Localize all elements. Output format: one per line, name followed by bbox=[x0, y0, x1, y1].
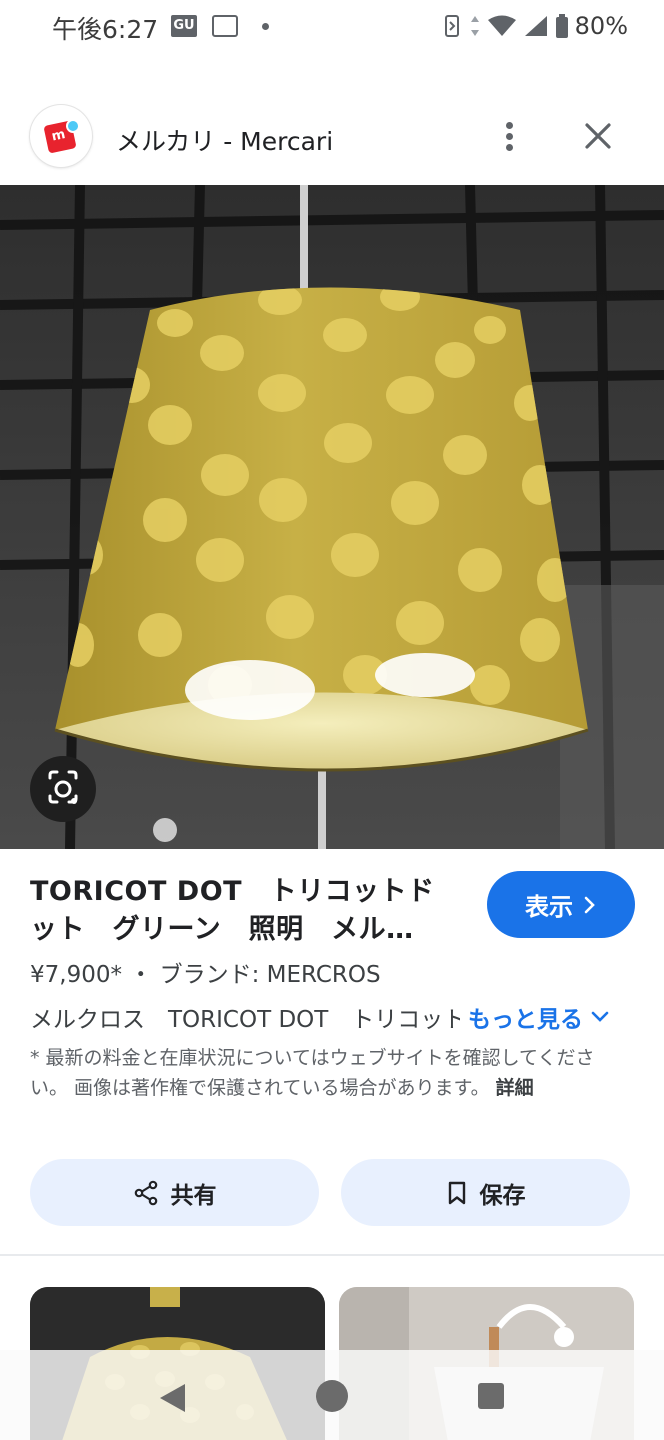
logo-letter: m bbox=[50, 127, 67, 145]
status-time: 午後6:27 bbox=[52, 15, 159, 44]
product-image[interactable] bbox=[0, 185, 664, 849]
battery-icon bbox=[555, 14, 568, 38]
wifi-icon bbox=[487, 15, 516, 36]
disclaimer: * 最新の料金と在庫状況についてはウェブサイトを確認してください。 画像は著作権… bbox=[30, 1043, 630, 1103]
more-link-label: もっと見る bbox=[468, 1007, 583, 1033]
recents-icon[interactable] bbox=[478, 1383, 504, 1409]
chevron-right-icon bbox=[584, 896, 595, 913]
share-label: 共有 bbox=[170, 1182, 217, 1209]
share-icon bbox=[134, 1180, 157, 1205]
more-link[interactable]: もっと見る bbox=[468, 1000, 609, 1034]
status-right: 80% bbox=[441, 12, 628, 40]
view-button-label: 表示 bbox=[525, 893, 573, 921]
lamp-photo bbox=[0, 185, 664, 849]
bookmark-icon bbox=[448, 1181, 465, 1204]
save-label: 保存 bbox=[479, 1182, 526, 1209]
data-arrows-icon bbox=[470, 16, 479, 36]
google-lens-icon[interactable] bbox=[30, 756, 96, 822]
more-notifications-dot bbox=[262, 23, 269, 30]
section-divider bbox=[0, 1254, 664, 1256]
status-bar: 午後6:27 GU 80% bbox=[0, 0, 664, 52]
product-title[interactable]: TORICOT DOT トリコットドット グリーン 照明 メル… bbox=[30, 873, 450, 949]
source-title[interactable]: メルカリ - Mercari bbox=[116, 122, 333, 158]
gu-notification-icon: GU bbox=[171, 15, 197, 37]
view-button[interactable]: 表示 bbox=[487, 871, 635, 938]
save-button[interactable]: 保存 bbox=[341, 1159, 630, 1226]
back-icon[interactable] bbox=[157, 1382, 187, 1414]
nfc-notification-icon bbox=[212, 15, 238, 37]
more-vert-icon[interactable] bbox=[492, 116, 528, 156]
vibrate-icon bbox=[444, 15, 459, 37]
product-description: メルクロス TORICOT DOT トリコットドット bbox=[30, 1000, 460, 1034]
logo-bubble-icon bbox=[66, 119, 80, 133]
system-nav-bar bbox=[0, 1350, 664, 1440]
description-text: メルクロス TORICOT DOT トリコットドット bbox=[30, 1007, 460, 1033]
share-button[interactable]: 共有 bbox=[30, 1159, 319, 1226]
price-brand: ¥7,900* ・ ブランド: MERCROS bbox=[30, 962, 381, 988]
detail-link[interactable]: 詳細 bbox=[496, 1077, 534, 1099]
battery-percent: 80% bbox=[574, 12, 628, 40]
chevron-down-icon bbox=[591, 1011, 609, 1022]
home-icon[interactable] bbox=[316, 1380, 348, 1412]
mercari-logo[interactable]: m bbox=[30, 105, 92, 167]
close-icon[interactable] bbox=[578, 116, 618, 156]
source-header: m メルカリ - Mercari bbox=[0, 100, 664, 184]
signal-icon bbox=[524, 16, 547, 36]
